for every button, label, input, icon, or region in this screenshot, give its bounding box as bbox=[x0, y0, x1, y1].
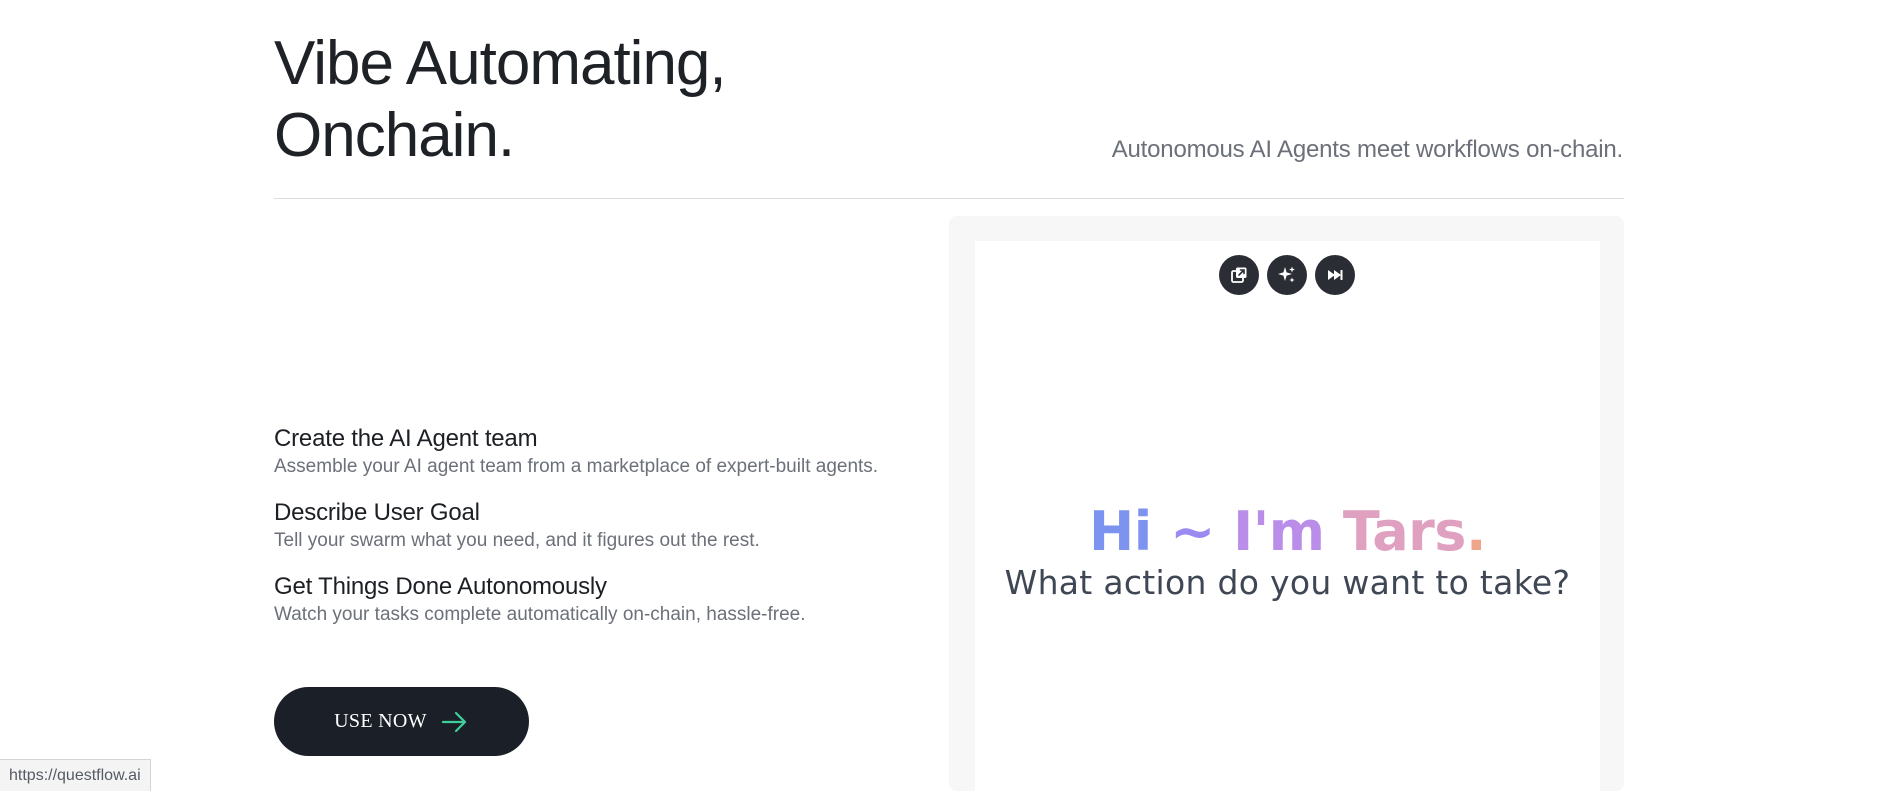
open-external-icon bbox=[1231, 267, 1247, 283]
arrow-right-icon bbox=[441, 711, 466, 732]
feature-item-create-team: Create the AI Agent team Assemble your A… bbox=[274, 424, 914, 480]
greeting-dot: . bbox=[1465, 500, 1487, 563]
greeting-im: I'm bbox=[1233, 500, 1325, 563]
feature-title: Create the AI Agent team bbox=[274, 425, 538, 452]
feature-description: Watch your tasks complete automatically … bbox=[274, 604, 806, 625]
feature-item-describe-goal: Describe User Goal Tell your swarm what … bbox=[274, 498, 914, 554]
feature-title: Describe User Goal bbox=[274, 499, 480, 526]
use-now-label: USE NOW bbox=[334, 710, 427, 732]
feature-title: Get Things Done Autonomously bbox=[274, 573, 607, 600]
greeting-hi: Hi bbox=[1089, 500, 1152, 563]
feature-item-get-things-done: Get Things Done Autonomously Watch your … bbox=[274, 572, 914, 628]
open-external-button[interactable] bbox=[1219, 255, 1259, 295]
divider bbox=[274, 198, 1624, 199]
use-now-button[interactable]: USE NOW bbox=[274, 687, 529, 756]
greeting-tilde: ~ bbox=[1170, 500, 1215, 563]
hero-subtitle: Autonomous AI Agents meet workflows on-c… bbox=[1111, 136, 1623, 163]
hero-title-line1: Vibe Automating, bbox=[274, 29, 727, 98]
hero-title-line2: Onchain. bbox=[274, 101, 515, 170]
hero-title: Vibe Automating, Onchain. bbox=[274, 28, 727, 172]
sparkles-button[interactable] bbox=[1267, 255, 1307, 295]
skip-forward-icon bbox=[1328, 270, 1343, 280]
greeting-name: Tars bbox=[1342, 500, 1467, 563]
feature-description: Tell your swarm what you need, and it fi… bbox=[274, 530, 760, 551]
status-bar-url: https://questflow.ai bbox=[0, 759, 151, 791]
greeting-question: What action do you want to take? bbox=[1004, 563, 1571, 602]
greeting-heading: Hi ~ I'm Tars. bbox=[975, 500, 1600, 563]
feature-description: Assemble your AI agent team from a marke… bbox=[274, 456, 879, 477]
sparkles-icon bbox=[1278, 266, 1295, 283]
skip-forward-button[interactable] bbox=[1315, 255, 1355, 295]
panel-toolbar bbox=[1219, 255, 1355, 295]
features-list: Create the AI Agent team Assemble your A… bbox=[274, 424, 914, 646]
